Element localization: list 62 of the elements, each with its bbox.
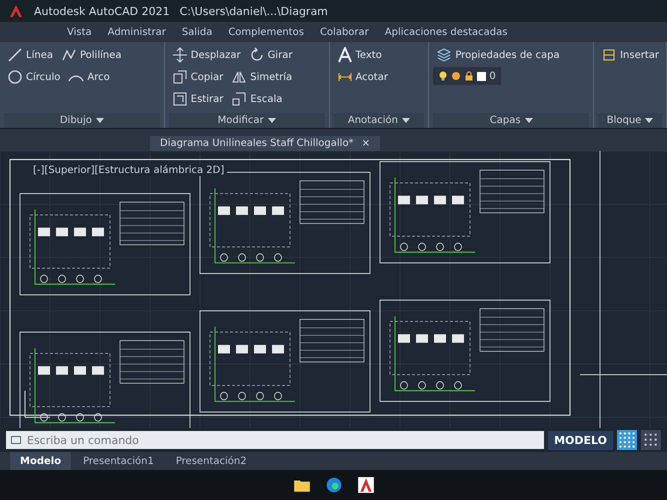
drawing-canvas[interactable]: [-][Superior][Estructura alámbrica 2D]	[0, 151, 667, 428]
tool-button[interactable]: Insertar	[598, 45, 662, 65]
ucs-axis-icon	[24, 390, 51, 418]
panel-title[interactable]: Capas	[490, 115, 521, 126]
file-name: Diagrama Unilineales Staff Chillogallo*	[160, 138, 354, 149]
ribbon-tab[interactable]: Administrar	[100, 22, 173, 42]
window-title: Autodesk AutoCAD 2021	[34, 4, 170, 18]
panel-title[interactable]: Dibujo	[60, 115, 92, 126]
caret-icon[interactable]	[96, 118, 104, 123]
ribbon-tab[interactable]: Vista	[60, 22, 99, 42]
circle-icon	[7, 69, 23, 85]
file-path: C:\Users\daniel\...\Diagram	[180, 4, 328, 18]
layers-icon	[436, 47, 452, 63]
tool-button[interactable]: Estirar	[168, 89, 226, 109]
scale-icon	[231, 91, 248, 107]
command-field[interactable]: Escriba un comando	[25, 432, 544, 448]
tool-button[interactable]: Texto	[334, 45, 385, 65]
mirror-icon	[231, 69, 248, 85]
polyline-icon	[60, 47, 77, 63]
file-tab[interactable]: Diagrama Unilineales Staff Chillogallo* ×	[150, 136, 380, 151]
tool-button[interactable]: Girar	[246, 45, 296, 65]
layer-dropdown[interactable]: 0	[433, 67, 501, 85]
model-space-indicator[interactable]: MODELO	[548, 430, 613, 450]
arc-icon	[68, 72, 84, 82]
ribbon-tab[interactable]: Colaborar	[312, 22, 376, 42]
tool-button[interactable]: Acotar	[334, 67, 391, 87]
padlock-icon	[464, 71, 474, 81]
layout-tab[interactable]: Presentación1	[73, 452, 164, 470]
app-logo-icon[interactable]	[8, 3, 24, 19]
block-icon	[601, 47, 618, 63]
tool-button[interactable]: Simetría	[228, 67, 296, 87]
ribbon-tab[interactable]: Aplicaciones destacadas	[378, 22, 514, 42]
move-arrows-icon	[172, 47, 188, 63]
tool-button[interactable]: Círculo	[4, 67, 64, 87]
ribbon-tab[interactable]: Salida	[174, 22, 220, 42]
layer-name: 0	[489, 70, 496, 82]
browser-icon[interactable]	[324, 476, 342, 494]
terminal-icon	[11, 435, 21, 445]
ribbon-tab[interactable]: Complementos	[221, 22, 311, 42]
line-icon	[7, 47, 23, 63]
caret-icon[interactable]	[524, 118, 533, 123]
tool-button[interactable]: Propiedades de capa	[433, 45, 563, 65]
tool-button[interactable]: Polilínea	[58, 45, 124, 65]
tool-button[interactable]: Línea	[4, 45, 56, 65]
copy-icon	[172, 69, 188, 85]
snap-icon[interactable]	[641, 430, 661, 450]
lightbulb-icon	[438, 71, 448, 81]
close-icon[interactable]: ×	[362, 138, 370, 149]
caret-icon[interactable]	[645, 118, 654, 123]
caret-icon[interactable]	[402, 118, 410, 123]
letter-a-icon	[336, 47, 352, 63]
rotate-icon	[248, 47, 265, 63]
layout-tab[interactable]: Modelo	[10, 452, 72, 470]
caret-icon[interactable]	[268, 118, 276, 123]
tool-button[interactable]: Escala	[228, 89, 286, 109]
autocad-app-icon[interactable]	[356, 476, 374, 494]
tool-button[interactable]: Desplazar	[168, 45, 244, 65]
tool-button[interactable]: Copiar	[168, 67, 226, 87]
tool-button[interactable]: Arco	[65, 67, 113, 87]
stretch-icon	[172, 91, 188, 107]
layout-tab[interactable]: Presentación2	[166, 452, 257, 470]
grid-icon[interactable]	[617, 430, 637, 450]
